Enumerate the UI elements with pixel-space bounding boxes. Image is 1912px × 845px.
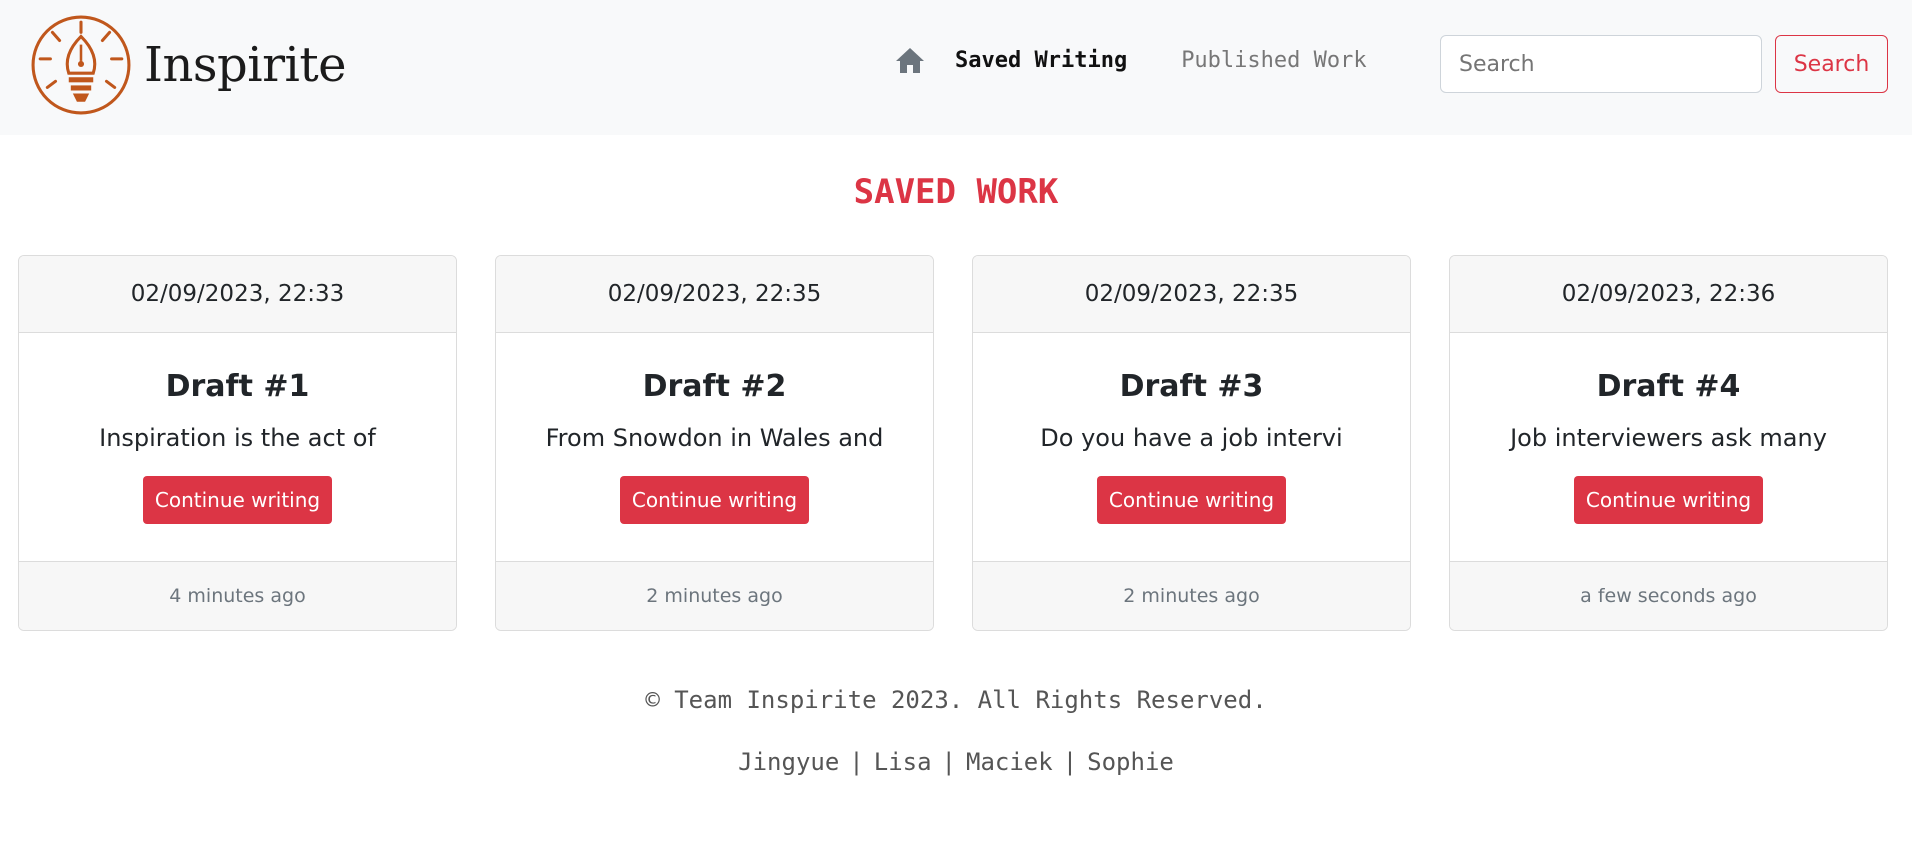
team-member-name: Lisa — [873, 748, 932, 776]
draft-body: Draft #4 Job interviewers ask many Conti… — [1450, 333, 1887, 561]
lightbulb-pen-nib-icon — [31, 15, 131, 115]
footer-copyright: © Team Inspirite 2023. All Rights Reserv… — [645, 686, 1267, 714]
draft-card: 02/09/2023, 22:33 Draft #1 Inspiration i… — [18, 255, 457, 631]
search-input[interactable] — [1440, 35, 1762, 93]
main-nav: Saved Writing Published Work — [895, 46, 1421, 74]
name-separator: | — [1062, 748, 1078, 776]
draft-timestamp: 02/09/2023, 22:35 — [973, 256, 1410, 333]
draft-title: Draft #3 — [1119, 369, 1264, 404]
draft-relative-time: 2 minutes ago — [496, 561, 933, 630]
continue-writing-button[interactable]: Continue writing — [1573, 476, 1764, 524]
team-member-name: Jingyue — [738, 748, 840, 776]
team-member-name: Maciek — [966, 748, 1053, 776]
name-separator: | — [849, 748, 864, 776]
draft-body: Draft #3 Do you have a job intervi Conti… — [973, 333, 1410, 561]
continue-writing-button[interactable]: Continue writing — [1096, 476, 1287, 524]
name-separator: | — [941, 748, 956, 776]
footer-team-names: Jingyue | Lisa | Maciek | Sophie — [0, 748, 1912, 776]
draft-timestamp: 02/09/2023, 22:36 — [1450, 256, 1887, 333]
draft-body: Draft #1 Inspiration is the act of Conti… — [19, 333, 456, 561]
brand[interactable]: Inspirite — [30, 14, 347, 116]
brand-name: Inspirite — [144, 37, 347, 93]
draft-title: Draft #1 — [165, 369, 310, 404]
continue-writing-button[interactable]: Continue writing — [619, 476, 810, 524]
draft-excerpt: From Snowdon in Wales and — [545, 424, 884, 452]
draft-relative-time: a few seconds ago — [1450, 561, 1887, 630]
draft-excerpt: Inspiration is the act of — [99, 424, 376, 452]
nav-saved-writing[interactable]: Saved Writing — [955, 48, 1127, 73]
home-icon[interactable] — [895, 46, 925, 74]
draft-title: Draft #2 — [642, 369, 787, 404]
draft-cards: 02/09/2023, 22:33 Draft #1 Inspiration i… — [18, 255, 1888, 631]
draft-title: Draft #4 — [1596, 369, 1741, 404]
nav-published-work[interactable]: Published Work — [1181, 48, 1366, 73]
draft-excerpt: Do you have a job intervi — [1040, 424, 1343, 452]
search-button[interactable]: Search — [1775, 35, 1888, 93]
draft-relative-time: 4 minutes ago — [19, 561, 456, 630]
draft-card: 02/09/2023, 22:35 Draft #2 From Snowdon … — [495, 255, 934, 631]
navbar: Inspirite Saved Writing Published Work S… — [0, 0, 1912, 135]
draft-relative-time: 2 minutes ago — [973, 561, 1410, 630]
draft-excerpt: Job interviewers ask many — [1510, 424, 1827, 452]
draft-card: 02/09/2023, 22:36 Draft #4 Job interview… — [1449, 255, 1888, 631]
team-member-name: Sophie — [1087, 748, 1174, 776]
page-heading: SAVED WORK — [853, 172, 1059, 212]
draft-timestamp: 02/09/2023, 22:33 — [19, 256, 456, 333]
continue-writing-button[interactable]: Continue writing — [142, 476, 333, 524]
draft-body: Draft #2 From Snowdon in Wales and Conti… — [496, 333, 933, 561]
draft-timestamp: 02/09/2023, 22:35 — [496, 256, 933, 333]
draft-card: 02/09/2023, 22:35 Draft #3 Do you have a… — [972, 255, 1411, 631]
